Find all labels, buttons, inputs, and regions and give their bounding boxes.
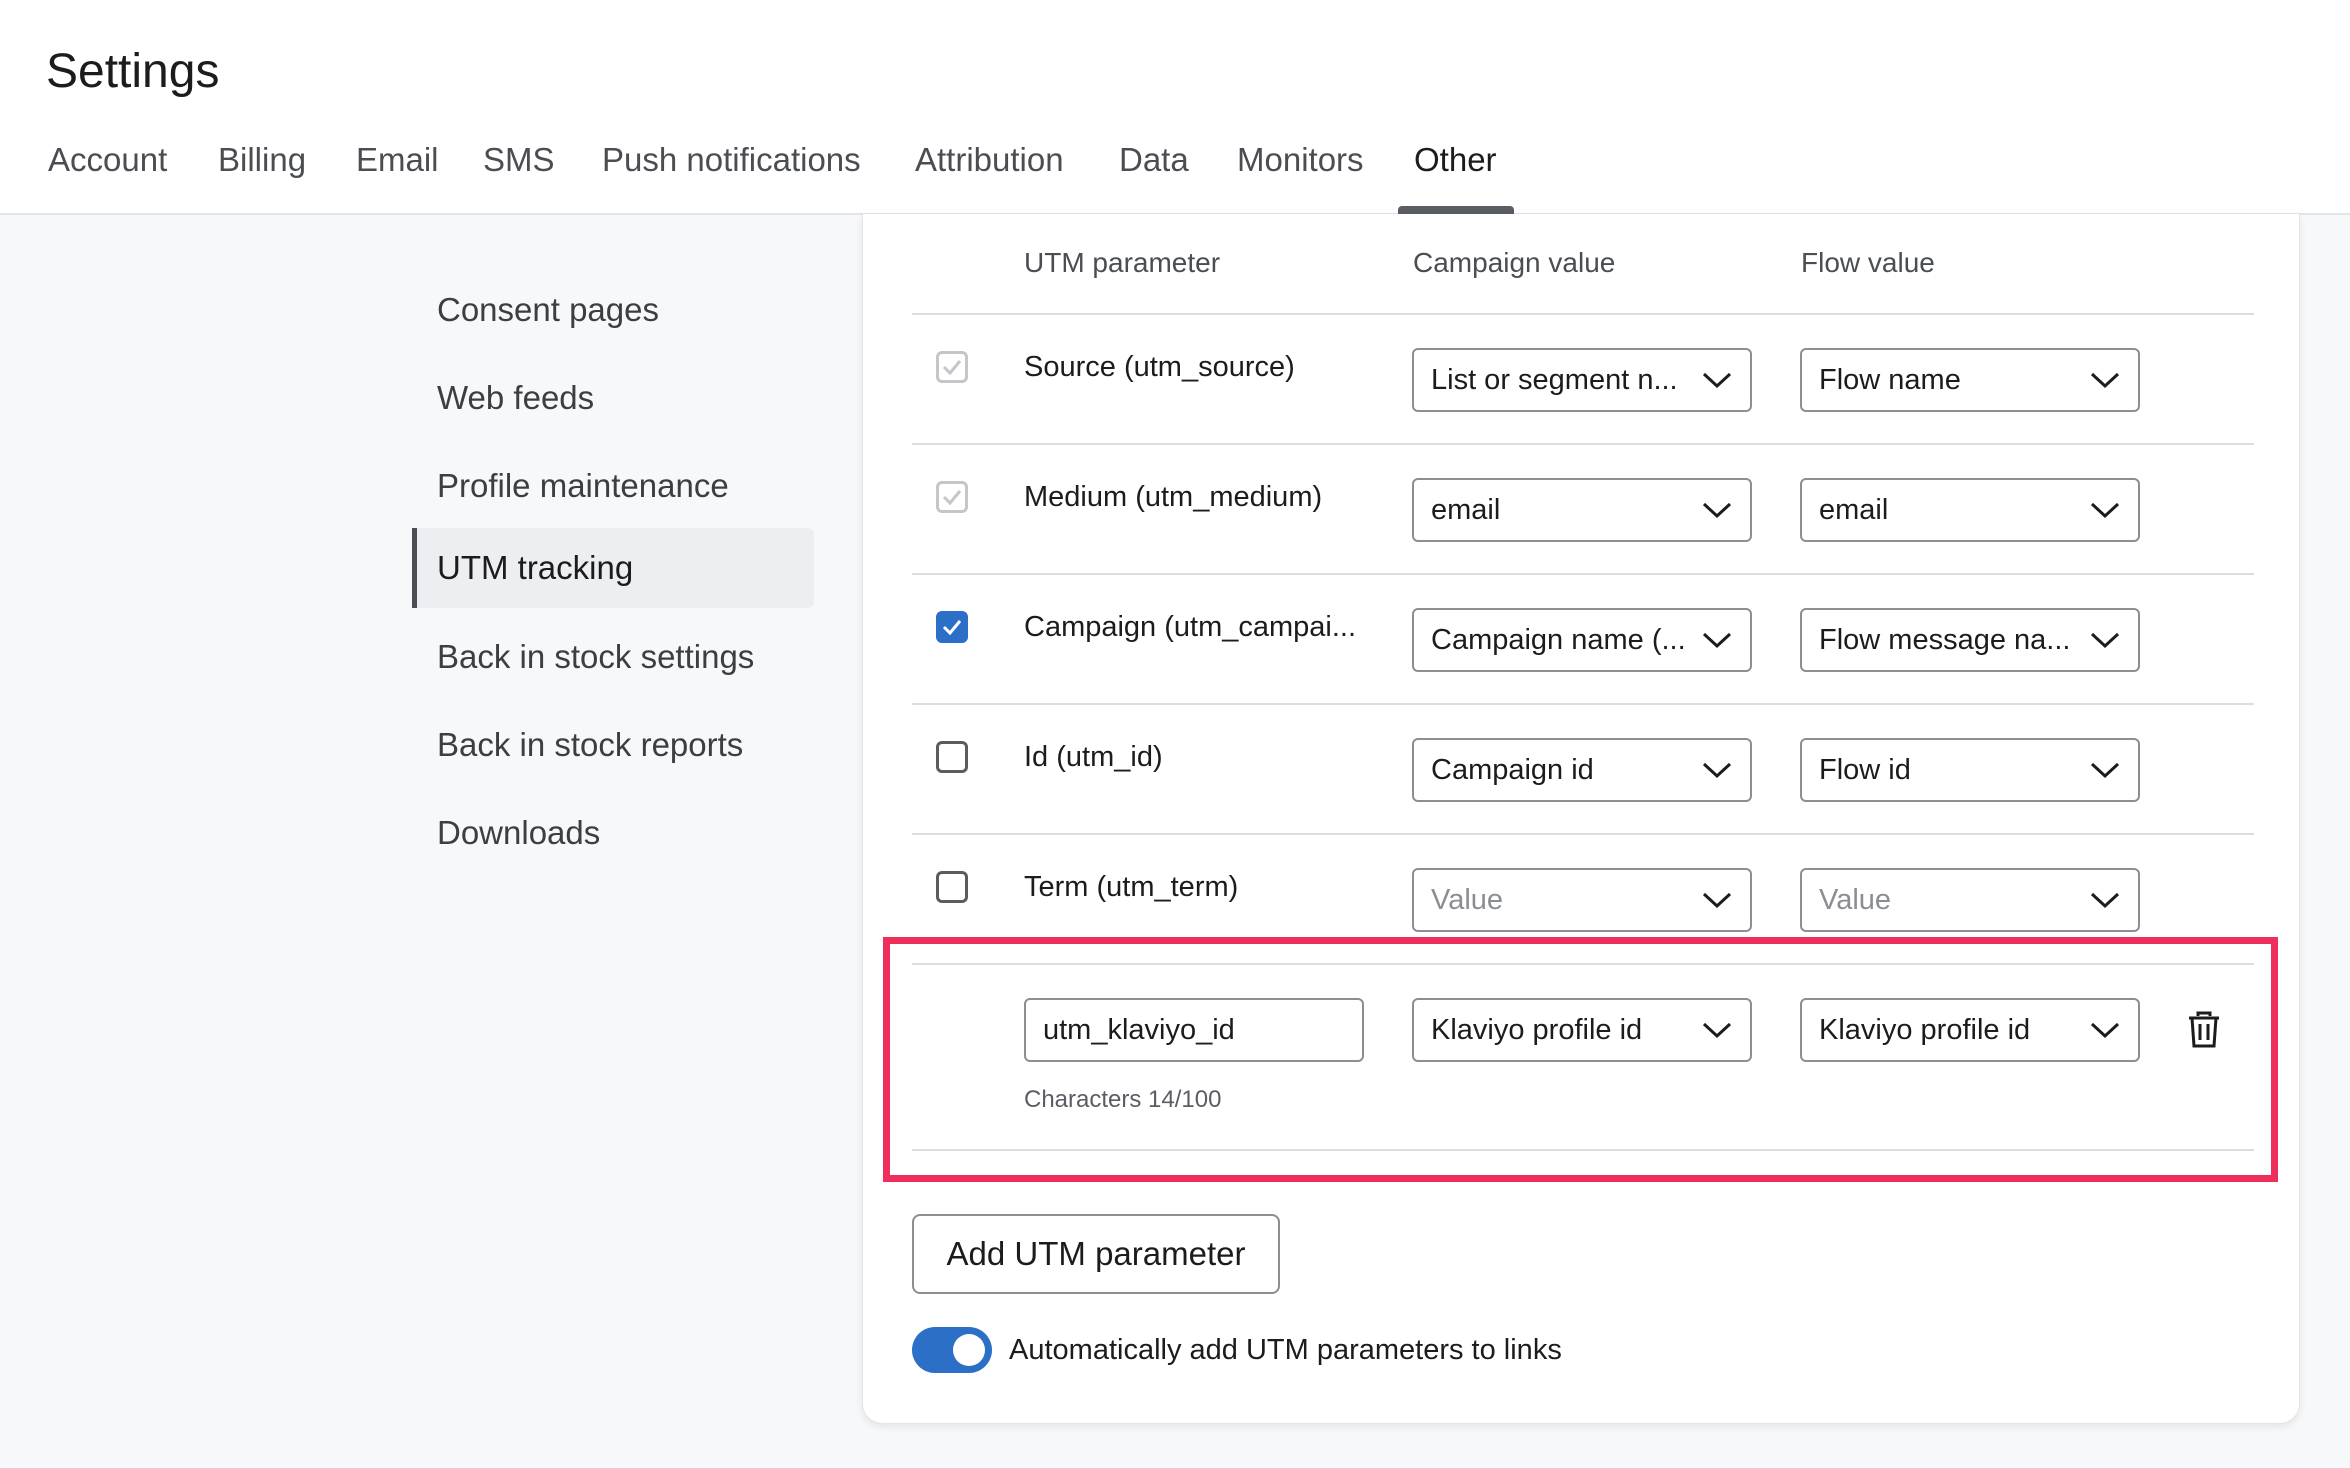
sidebar-item-profile-maintenance[interactable]: Profile maintenance [412,446,814,526]
param-label-id: Id (utm_id) [1024,741,1163,773]
check-icon [942,620,962,636]
tab-attribution[interactable]: Attribution [915,135,1064,215]
trash-icon[interactable] [2187,1011,2221,1049]
chevron-down-icon [1702,892,1732,909]
check-icon [942,360,962,376]
chevron-down-icon [2090,632,2120,649]
flow-value-select-term[interactable]: Value [1800,868,2140,932]
chevron-down-icon [2090,502,2120,519]
row-checkbox-term[interactable] [936,871,968,903]
sidebar-item-consent-pages[interactable]: Consent pages [412,270,814,350]
flow-value-select-source[interactable]: Flow name [1800,348,2140,412]
flow-value-select-campaign[interactable]: Flow message na... [1800,608,2140,672]
settings-tabs: Account Billing Email SMS Push notificat… [0,135,2350,215]
chevron-down-icon [1702,502,1732,519]
sidebar-item-downloads[interactable]: Downloads [412,793,814,873]
campaign-value-select-custom[interactable]: Klaviyo profile id [1412,998,1752,1062]
select-value: Flow message na... [1819,624,2071,656]
sidebar-item-back-in-stock-reports[interactable]: Back in stock reports [412,705,814,785]
select-value: Campaign id [1431,754,1594,786]
sidebar-item-back-in-stock-settings[interactable]: Back in stock settings [412,617,814,697]
row-checkbox-campaign[interactable] [936,611,968,643]
param-label-campaign: Campaign (utm_campai... [1024,611,1357,643]
page-title: Settings [46,45,220,98]
tab-account[interactable]: Account [48,135,167,215]
flow-value-select-medium[interactable]: email [1800,478,2140,542]
divider [912,313,2254,315]
character-counter: Characters 14/100 [1024,1086,1222,1113]
check-icon [942,490,962,506]
auto-utm-toggle-label: Automatically add UTM parameters to link… [1009,1334,1562,1366]
add-utm-parameter-button[interactable]: Add UTM parameter [912,1214,1280,1294]
chevron-down-icon [2090,762,2120,779]
select-placeholder: Value [1431,884,1504,916]
divider [912,833,2254,835]
row-checkbox-medium[interactable] [936,481,968,513]
row-checkbox-source[interactable] [936,351,968,383]
chevron-down-icon [2090,1022,2120,1039]
chevron-down-icon [1702,762,1732,779]
select-value: email [1819,494,1889,526]
chevron-down-icon [1702,632,1732,649]
chevron-down-icon [1702,1022,1732,1039]
select-value: Klaviyo profile id [1819,1014,2031,1046]
tab-push-notifications[interactable]: Push notifications [602,135,861,215]
tab-data[interactable]: Data [1119,135,1189,215]
chevron-down-icon [2090,372,2120,389]
tab-billing[interactable]: Billing [218,135,306,215]
select-value: Flow id [1819,754,1911,786]
param-label-source: Source (utm_source) [1024,351,1295,383]
param-label-medium: Medium (utm_medium) [1024,481,1323,513]
column-header-flow: Flow value [1801,247,1935,278]
chevron-down-icon [2090,892,2120,909]
divider [912,443,2254,445]
chevron-down-icon [1702,372,1732,389]
divider [912,703,2254,705]
column-header-parameter: UTM parameter [1024,247,1221,278]
select-value: email [1431,494,1501,526]
flow-value-select-custom[interactable]: Klaviyo profile id [1800,998,2140,1062]
campaign-value-select-id[interactable]: Campaign id [1412,738,1752,802]
select-value: List or segment n... [1431,364,1678,396]
select-value: Klaviyo profile id [1431,1014,1643,1046]
custom-param-name-input[interactable] [1024,998,1364,1062]
divider [912,573,2254,575]
tab-other[interactable]: Other [1414,135,1497,215]
row-checkbox-id[interactable] [936,741,968,773]
campaign-value-select-source[interactable]: List or segment n... [1412,348,1752,412]
select-placeholder: Value [1819,884,1892,916]
active-tab-indicator [1398,206,1514,214]
column-header-campaign: Campaign value [1413,247,1616,278]
divider [912,1149,2254,1151]
tab-sms[interactable]: SMS [483,135,555,215]
campaign-value-select-campaign[interactable]: Campaign name (... [1412,608,1752,672]
sidebar-item-web-feeds[interactable]: Web feeds [412,358,814,438]
sidebar-item-utm-tracking[interactable]: UTM tracking [412,528,814,608]
tab-monitors[interactable]: Monitors [1237,135,1364,215]
flow-value-select-id[interactable]: Flow id [1800,738,2140,802]
settings-header: Settings Account Billing Email SMS Push … [0,0,2350,215]
param-label-term: Term (utm_term) [1024,871,1239,903]
select-value: Campaign name (... [1431,624,1686,656]
select-value: Flow name [1819,364,1961,396]
tab-email[interactable]: Email [356,135,439,215]
campaign-value-select-medium[interactable]: email [1412,478,1752,542]
auto-utm-toggle[interactable] [912,1327,992,1373]
divider [912,963,2254,965]
campaign-value-select-term[interactable]: Value [1412,868,1752,932]
utm-settings-card: UTM parameter Campaign value Flow value … [862,214,2300,1424]
toggle-knob [953,1334,985,1366]
